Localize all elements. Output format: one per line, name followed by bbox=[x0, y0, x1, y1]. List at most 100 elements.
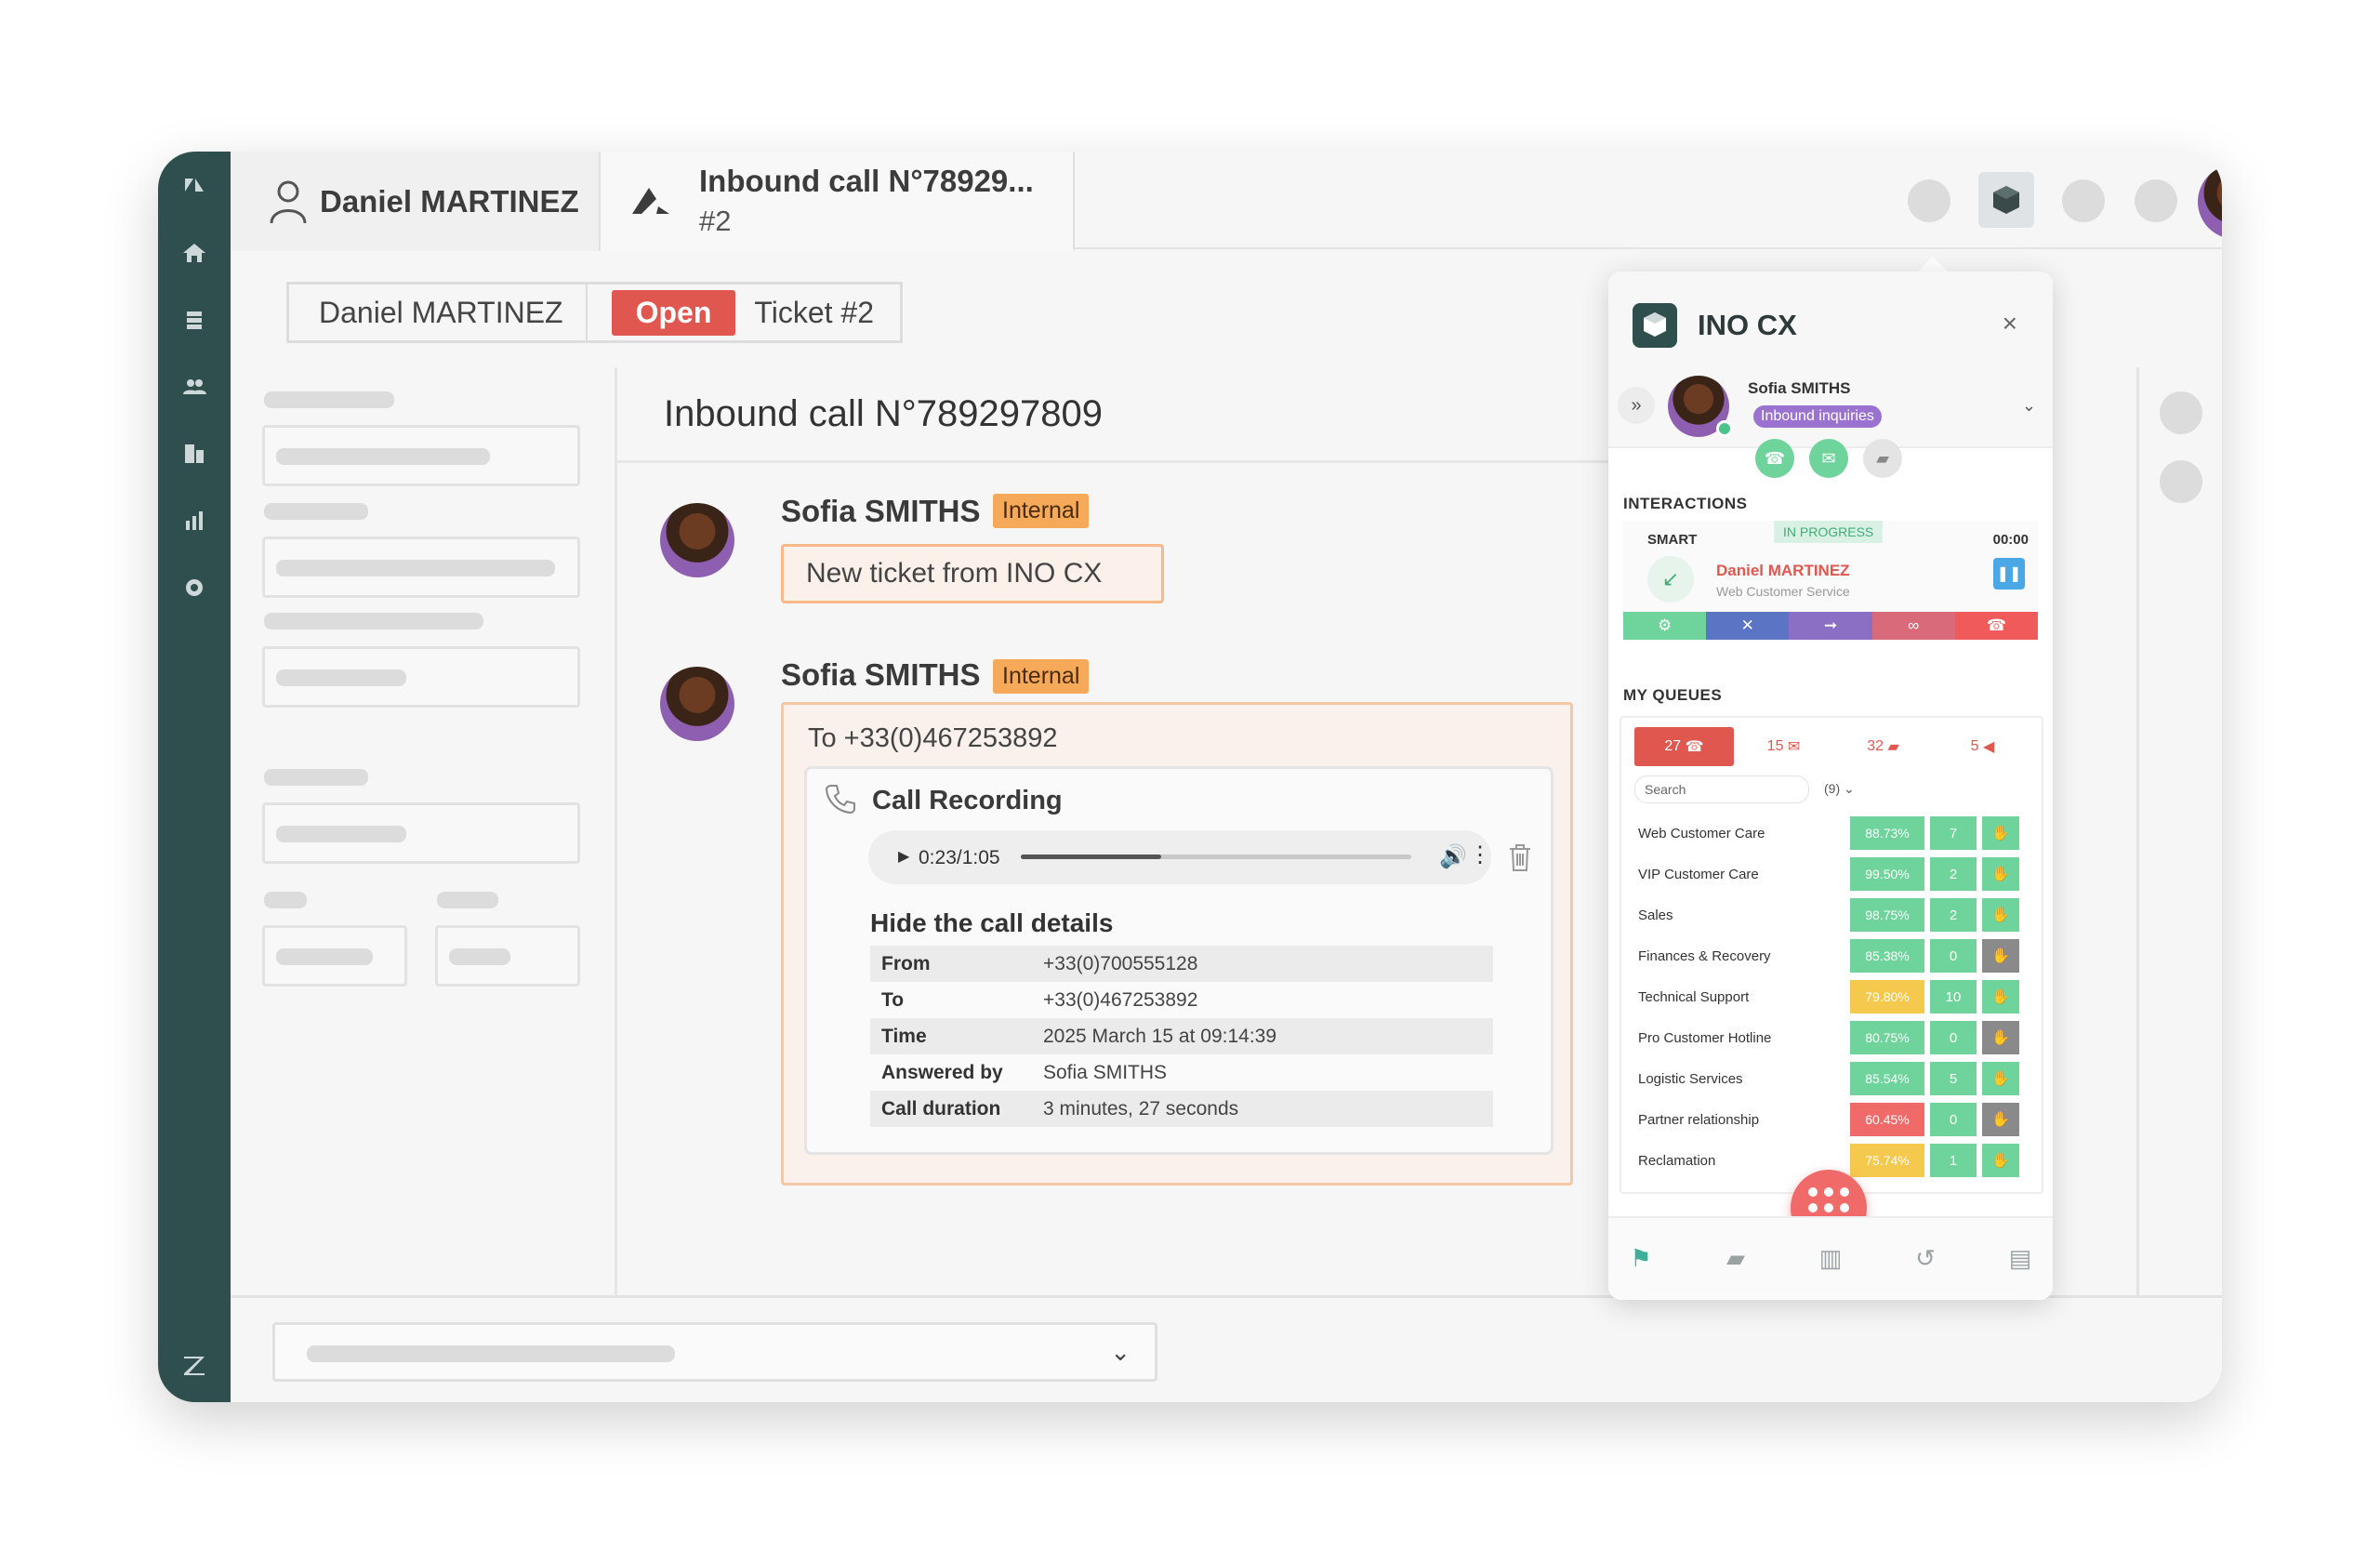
top-action-circle-2[interactable] bbox=[2062, 179, 2105, 222]
more-options-icon[interactable]: ⋮ bbox=[1469, 841, 1491, 868]
queue-count-filter[interactable]: (9) ⌄ bbox=[1824, 781, 1855, 797]
queue-waiting-count: 0 bbox=[1930, 939, 1977, 973]
queue-waiting-count: 5 bbox=[1930, 1062, 1977, 1095]
ticket-requester[interactable]: Daniel MARTINEZ bbox=[289, 285, 588, 340]
email-channel-icon[interactable]: ✉ bbox=[1809, 439, 1848, 478]
ticket-status-badge[interactable]: Open bbox=[611, 289, 736, 336]
internal-badge: Internal bbox=[993, 659, 1090, 694]
messages-icon[interactable]: ▰ bbox=[1720, 1242, 1752, 1274]
queue-row[interactable]: Pro Customer Hotline 80.75% 0 ✋ bbox=[1634, 1021, 2036, 1056]
stats-icon[interactable]: ▥ bbox=[1815, 1242, 1846, 1274]
zendesk-z-icon[interactable] bbox=[180, 1351, 208, 1379]
widget-title: INO CX bbox=[1698, 309, 1797, 341]
skeleton-label bbox=[437, 892, 498, 908]
skeleton-field[interactable] bbox=[262, 802, 580, 864]
context-circle-2[interactable] bbox=[2160, 460, 2202, 503]
skeleton-label bbox=[264, 892, 307, 908]
transfer-arrow-icon[interactable]: ➞ bbox=[1789, 612, 1872, 640]
organizations-icon[interactable] bbox=[180, 440, 208, 468]
widget-pointer bbox=[1918, 257, 1948, 272]
phone-icon: ☎ bbox=[1685, 739, 1704, 755]
hangup-icon[interactable]: ☎ bbox=[1954, 612, 2039, 640]
hand-raise-icon[interactable]: ✋ bbox=[1982, 816, 2019, 850]
hand-raise-icon[interactable]: ✋ bbox=[1982, 1021, 2019, 1054]
skeleton-field[interactable] bbox=[262, 646, 580, 708]
mute-icon[interactable]: ✕ bbox=[1706, 612, 1790, 640]
tab-user-label: Daniel MARTINEZ bbox=[320, 183, 579, 219]
interaction-timer: 00:00 bbox=[1992, 532, 2029, 548]
call-details-toggle[interactable]: Hide the call details bbox=[870, 908, 1113, 938]
hand-raise-icon[interactable]: ✋ bbox=[1982, 980, 2019, 1013]
queue-name: Pro Customer Hotline bbox=[1638, 1030, 1772, 1046]
skeleton-field[interactable] bbox=[262, 425, 580, 486]
agent-status-badge[interactable]: Inbound inquiries bbox=[1753, 405, 1882, 428]
hand-raise-icon[interactable]: ✋ bbox=[1982, 1062, 2019, 1095]
volume-icon[interactable]: 🔊 bbox=[1439, 843, 1467, 870]
reporting-icon[interactable] bbox=[180, 507, 208, 535]
hand-raise-icon[interactable]: ✋ bbox=[1982, 1103, 2019, 1136]
queue-row[interactable]: VIP Customer Care 99.50% 2 ✋ bbox=[1634, 857, 2036, 893]
top-action-circle-3[interactable] bbox=[2135, 179, 2177, 222]
skeleton-field[interactable] bbox=[435, 925, 580, 987]
details-row: Time 2025 March 15 at 09:14:39 bbox=[870, 1018, 1493, 1054]
zendesk-logo-icon[interactable] bbox=[180, 172, 208, 200]
history-icon[interactable]: ↺ bbox=[1910, 1242, 1941, 1274]
contacts-icon[interactable]: ▤ bbox=[2004, 1242, 2036, 1274]
hand-raise-icon[interactable]: ✋ bbox=[1982, 857, 2019, 891]
tab-user[interactable]: Daniel MARTINEZ bbox=[231, 152, 601, 251]
top-action-circle-1[interactable] bbox=[1908, 179, 1950, 222]
queue-row[interactable]: Sales 98.75% 2 ✋ bbox=[1634, 898, 2036, 934]
details-key: Call duration bbox=[881, 1097, 1001, 1119]
message-author: Sofia SMITHS bbox=[781, 494, 981, 528]
queue-row[interactable]: Logistic Services 85.54% 5 ✋ bbox=[1634, 1062, 2036, 1097]
queue-tab-mail[interactable]: 15 ✉ bbox=[1734, 727, 1833, 766]
chevron-down-icon[interactable]: ⌄ bbox=[2022, 396, 2036, 416]
trash-icon[interactable] bbox=[1506, 841, 1534, 873]
chat-channel-icon[interactable]: ▰ bbox=[1863, 439, 1902, 478]
team-icon[interactable]: ⚑ bbox=[1625, 1242, 1657, 1274]
message-author: Sofia SMITHS bbox=[781, 657, 981, 692]
player-progress-bar[interactable] bbox=[1021, 854, 1411, 859]
queue-service-level: 85.54% bbox=[1850, 1062, 1924, 1095]
expand-icon[interactable]: » bbox=[1618, 387, 1655, 424]
queue-tab-phone[interactable]: 27 ☎ bbox=[1634, 727, 1734, 766]
home-icon[interactable] bbox=[180, 239, 208, 267]
skeleton-field[interactable] bbox=[262, 925, 407, 987]
context-circle-1[interactable] bbox=[2160, 391, 2202, 434]
ino-cx-app-button[interactable] bbox=[1978, 172, 2034, 228]
skeleton-label bbox=[264, 769, 368, 786]
ticket-label[interactable]: Ticket #2 bbox=[745, 296, 900, 330]
hand-raise-icon[interactable]: ✋ bbox=[1982, 939, 2019, 973]
close-icon[interactable]: × bbox=[2003, 309, 2017, 338]
incoming-call-icon: ↙ bbox=[1647, 556, 1694, 603]
hand-raise-icon[interactable]: ✋ bbox=[1982, 1144, 2019, 1177]
queue-tab-chat[interactable]: 32 ▰ bbox=[1833, 727, 1933, 766]
submit-dropdown[interactable]: ⌄ bbox=[272, 1322, 1157, 1382]
customers-icon[interactable] bbox=[180, 373, 208, 401]
message-avatar bbox=[660, 503, 734, 577]
queue-waiting-count: 1 bbox=[1930, 1144, 1977, 1177]
queue-service-level: 80.75% bbox=[1850, 1021, 1924, 1054]
skeleton-field[interactable] bbox=[262, 537, 580, 598]
voice-channel-icon[interactable]: ☎ bbox=[1755, 439, 1794, 478]
settings-gear-icon[interactable] bbox=[180, 574, 208, 602]
queue-row[interactable]: Finances & Recovery 85.38% 0 ✋ bbox=[1634, 939, 2036, 974]
details-value: 3 minutes, 27 seconds bbox=[1043, 1097, 1239, 1119]
views-icon[interactable] bbox=[180, 306, 208, 334]
hand-raise-icon[interactable]: ✋ bbox=[1982, 898, 2019, 932]
audio-player: ▶ 0:23/1:05 🔊 ⋮ bbox=[868, 830, 1491, 884]
queue-search-input[interactable]: Search bbox=[1634, 775, 1809, 803]
queue-row[interactable]: Web Customer Care 88.73% 7 ✋ bbox=[1634, 816, 2036, 852]
pause-icon[interactable]: ❚❚ bbox=[1993, 558, 2025, 590]
queue-row[interactable]: Technical Support 79.80% 10 ✋ bbox=[1634, 980, 2036, 1015]
call-settings-gear-icon[interactable]: ⚙ bbox=[1623, 612, 1707, 640]
user-avatar[interactable] bbox=[2198, 165, 2222, 239]
queue-waiting-count: 2 bbox=[1930, 898, 1977, 932]
voicemail-icon[interactable]: ∞ bbox=[1871, 612, 1955, 640]
tab-inbound-call[interactable]: Inbound call N°78929... #2 bbox=[601, 152, 1075, 251]
interaction-card[interactable]: SMART IN PROGRESS 00:00 ↙ Daniel MARTINE… bbox=[1623, 521, 2039, 642]
play-icon[interactable]: ▶ bbox=[898, 847, 909, 866]
queue-tab-megaphone[interactable]: 5 ◀ bbox=[1933, 727, 2032, 766]
divider bbox=[617, 460, 1640, 463]
queue-row[interactable]: Partner relationship 60.45% 0 ✋ bbox=[1634, 1103, 2036, 1138]
